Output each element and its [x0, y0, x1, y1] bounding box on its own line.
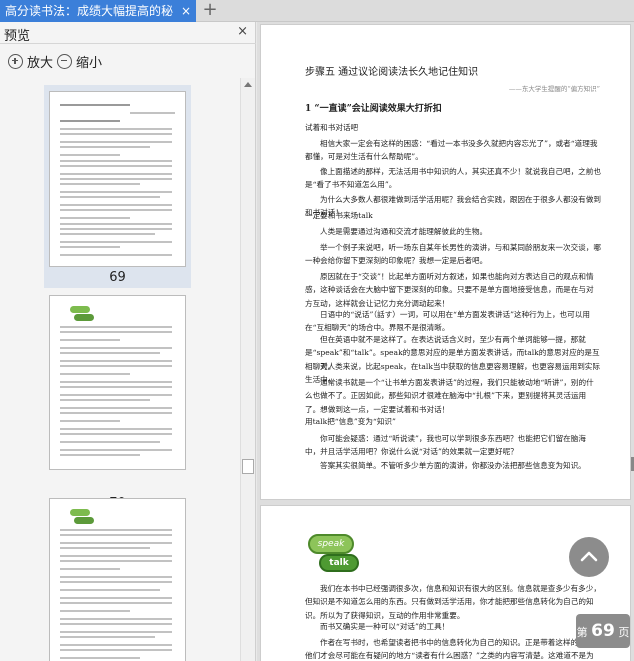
zoom-in-icon	[8, 53, 23, 69]
sidebar-header: 预览 ×	[0, 22, 256, 44]
new-tab-icon[interactable]: +	[202, 0, 218, 22]
paragraph: 人类是需要通过沟通和交流才能理解彼此的生物。	[320, 227, 488, 236]
reader-window: 高分读书法：成绩大幅提高的秘 × + 预览 × 放大 缩小 69 步骤五 通过议…	[0, 0, 634, 661]
zoom-out-label: 缩小	[76, 55, 103, 71]
zoom-out-button[interactable]: 缩小	[57, 50, 102, 72]
paragraph: 通常读书就是一个“让书单方面发表讲话”的过程，我们只能被动地“听讲”，别的什么也…	[305, 378, 594, 414]
zoom-out-icon	[57, 53, 72, 69]
paragraph: 你可能会疑惑：通过“听说读”，我也可以学到很多东西吧？也能把它们留在脑海中，并且…	[305, 434, 586, 457]
thumbnail-list: 69 70	[0, 78, 240, 661]
sidebar-scrollbar[interactable]	[240, 78, 255, 661]
chapter-subtitle: ——东大学生提醒的“偏方知识”	[508, 85, 600, 93]
scrollbar-thumb[interactable]	[242, 459, 254, 474]
talk-badge: talk	[319, 554, 359, 572]
paragraph: 相信大家一定会有这样的困惑：“看过一本书没多久就把内容忘光了”，或者“道理我都懂…	[305, 139, 598, 162]
paragraph: 作者在写书时，也希望读者把书中的信息转化为自己的知识。正是带着这样的愿望，他们才…	[305, 638, 601, 661]
zoom-in-button[interactable]: 放大	[8, 50, 53, 72]
speak-badge: speak	[308, 534, 354, 554]
section-heading: 1 “一直读”会让阅读效果大打折扣	[305, 104, 442, 114]
page-indicator[interactable]: 第 69 页	[576, 614, 630, 648]
zoom-toolbar: 放大 缩小	[0, 50, 256, 72]
page-indicator-prefix: 第	[576, 626, 588, 639]
paragraph: 一定要和书来场talk	[305, 211, 373, 220]
back-to-top-button[interactable]	[569, 537, 609, 577]
document-view[interactable]: 步骤五 通过议论阅读法长久地记住知识 ——东大学生提醒的“偏方知识” 1 “一直…	[257, 22, 634, 661]
current-page-number: 69	[591, 621, 615, 641]
paragraph: 而书又确实是一种可以“对话”的工具！	[320, 622, 450, 631]
close-sidebar-icon[interactable]: ×	[237, 24, 248, 39]
document-page-69: 步骤五 通过议论阅读法长久地记住知识 ——东大学生提醒的“偏方知识” 1 “一直…	[260, 24, 631, 500]
zoom-in-label: 放大	[27, 55, 54, 71]
tab-bar: 高分读书法：成绩大幅提高的秘 × +	[0, 0, 634, 22]
document-tab-title: 高分读书法：成绩大幅提高的秘	[5, 4, 174, 18]
chapter-title: 步骤五 通过议论阅读法长久地记住知识	[305, 67, 479, 78]
paragraph: 日语中的“说话”（話す）一词，可以用在“单方面发表讲话”这种行为上，也可以用在“…	[305, 310, 590, 333]
chevron-up-icon	[580, 551, 598, 562]
page-indicator-suffix: 页	[618, 626, 630, 639]
page-thumbnail-70[interactable]	[49, 295, 186, 470]
preview-sidebar: 预览 × 放大 缩小 69	[0, 22, 256, 661]
paragraph: 试着和书对话吧	[305, 123, 359, 132]
paragraph: 原因就在于“交谈”！比起单方面听对方叙述，如果也能向对方表达自己的观点和情感，这…	[305, 272, 594, 308]
document-tab[interactable]: 高分读书法：成绩大幅提高的秘 ×	[0, 0, 196, 22]
thumbnail-page-number: 69	[109, 270, 126, 285]
close-tab-icon[interactable]: ×	[181, 0, 191, 22]
sidebar-title: 预览	[4, 29, 31, 44]
paragraph: 像上面描述的那样，无法活用书中知识的人，其实还真不少！就说我自己吧，之前也是“看…	[305, 167, 601, 190]
scroll-up-arrow-icon[interactable]	[244, 82, 252, 87]
paragraph: 我们在本书中已经强调很多次，信息和知识有很大的区别。信息就是查多少有多少，但知识…	[305, 584, 601, 620]
paragraph: 答案其实很简单。不管听多少单方面的演讲，你都没办法把那些信息变为知识。	[320, 461, 586, 470]
paragraph: 用talk把“信息”变为“知识”	[305, 417, 396, 426]
page-thumbnail-69[interactable]	[49, 91, 186, 267]
paragraph: 举一个例子来说吧，听一场东自某年长男性的演讲，与和某同龄朋友来一次交谈，哪一种会…	[305, 243, 601, 266]
page-thumbnail-71[interactable]	[49, 498, 186, 661]
